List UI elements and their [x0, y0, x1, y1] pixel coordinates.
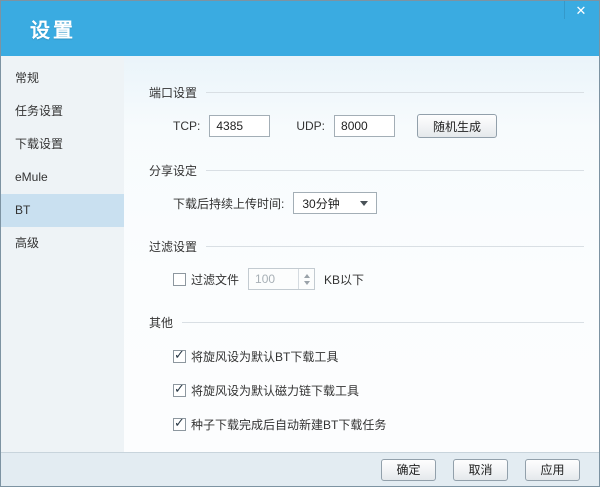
auto-create-bt-task-label[interactable]: 种子下载完成后自动新建BT下载任务 — [191, 416, 386, 433]
check-icon: ✓ — [174, 347, 185, 362]
settings-sidebar: 常规 任务设置 下载设置 eMule BT 高级 — [1, 56, 124, 452]
default-bt-tool-label[interactable]: 将旋风设为默认BT下载工具 — [191, 348, 338, 365]
upload-time-label: 下载后持续上传时间: — [173, 196, 285, 211]
filter-size-value: 100 — [255, 272, 276, 286]
default-magnet-tool-checkbox[interactable]: ✓ — [173, 381, 186, 397]
filter-files-checkbox[interactable] — [173, 272, 186, 286]
section-port-settings: 端口设置 TCP: UDP: 随机生成 — [149, 84, 584, 138]
section-divider — [182, 322, 584, 323]
section-divider — [206, 170, 584, 171]
section-divider — [206, 92, 584, 93]
section-divider — [206, 246, 584, 247]
default-magnet-tool-label[interactable]: 将旋风设为默认磁力链下载工具 — [191, 382, 359, 399]
filter-files-label[interactable]: 过滤文件 — [191, 271, 239, 288]
section-title-port: 端口设置 — [149, 86, 198, 100]
udp-label: UDP: — [296, 119, 326, 133]
settings-dialog: 设置 ✕ 常规 任务设置 下载设置 eMule BT 高级 端口设置 TCP: — [0, 0, 600, 487]
cancel-button[interactable]: 取消 — [453, 458, 508, 481]
apply-button[interactable]: 应用 — [525, 458, 580, 481]
sidebar-item-general[interactable]: 常规 — [1, 62, 124, 95]
tcp-port-input[interactable] — [209, 115, 271, 137]
title-bar: 设置 ✕ — [1, 1, 599, 56]
check-icon: ✓ — [174, 381, 185, 396]
udp-port-input[interactable] — [334, 115, 396, 137]
section-filter-settings: 过滤设置 过滤文件 100 KB以下 — [149, 238, 584, 290]
default-bt-tool-checkbox[interactable]: ✓ — [173, 347, 186, 363]
spinner-up-icon[interactable] — [303, 273, 310, 278]
sidebar-item-bt[interactable]: BT — [1, 194, 124, 227]
spinner-arrows — [298, 269, 314, 289]
auto-create-bt-task-checkbox[interactable]: ✓ — [173, 415, 186, 431]
sidebar-item-emule[interactable]: eMule — [1, 161, 124, 194]
chevron-down-icon — [360, 201, 369, 206]
dialog-footer: 确定 取消 应用 — [1, 452, 599, 486]
dialog-body: 常规 任务设置 下载设置 eMule BT 高级 端口设置 TCP: UDP: — [1, 56, 599, 452]
sidebar-item-download-settings[interactable]: 下载设置 — [1, 128, 124, 161]
close-icon[interactable]: ✕ — [570, 2, 592, 20]
filter-size-spinner[interactable]: 100 — [248, 268, 316, 290]
settings-content: 端口设置 TCP: UDP: 随机生成 分享设定 下载后持续 — [124, 56, 599, 452]
section-title-share: 分享设定 — [149, 164, 198, 178]
check-icon: ✓ — [174, 415, 185, 430]
spinner-down-icon[interactable] — [303, 280, 310, 285]
section-title-other: 其他 — [149, 316, 174, 330]
section-title-filter: 过滤设置 — [149, 240, 198, 254]
sidebar-item-task-settings[interactable]: 任务设置 — [1, 95, 124, 128]
tcp-label: TCP: — [173, 119, 201, 133]
upload-time-dropdown[interactable]: 30分钟 — [293, 192, 378, 214]
close-separator — [564, 1, 565, 19]
page-title: 设置 — [30, 20, 76, 42]
random-generate-button[interactable]: 随机生成 — [417, 114, 498, 138]
upload-time-value: 30分钟 — [302, 196, 340, 211]
sidebar-item-advanced[interactable]: 高级 — [1, 227, 124, 260]
ok-button[interactable]: 确定 — [381, 458, 436, 481]
filter-unit-label: KB以下 — [324, 272, 365, 287]
section-share-settings: 分享设定 下载后持续上传时间: 30分钟 — [149, 162, 584, 214]
section-other: 其他 ✓ 将旋风设为默认BT下载工具 ✓ 将旋风设为默认磁力链下载工具 ✓ 种子… — [149, 314, 584, 433]
